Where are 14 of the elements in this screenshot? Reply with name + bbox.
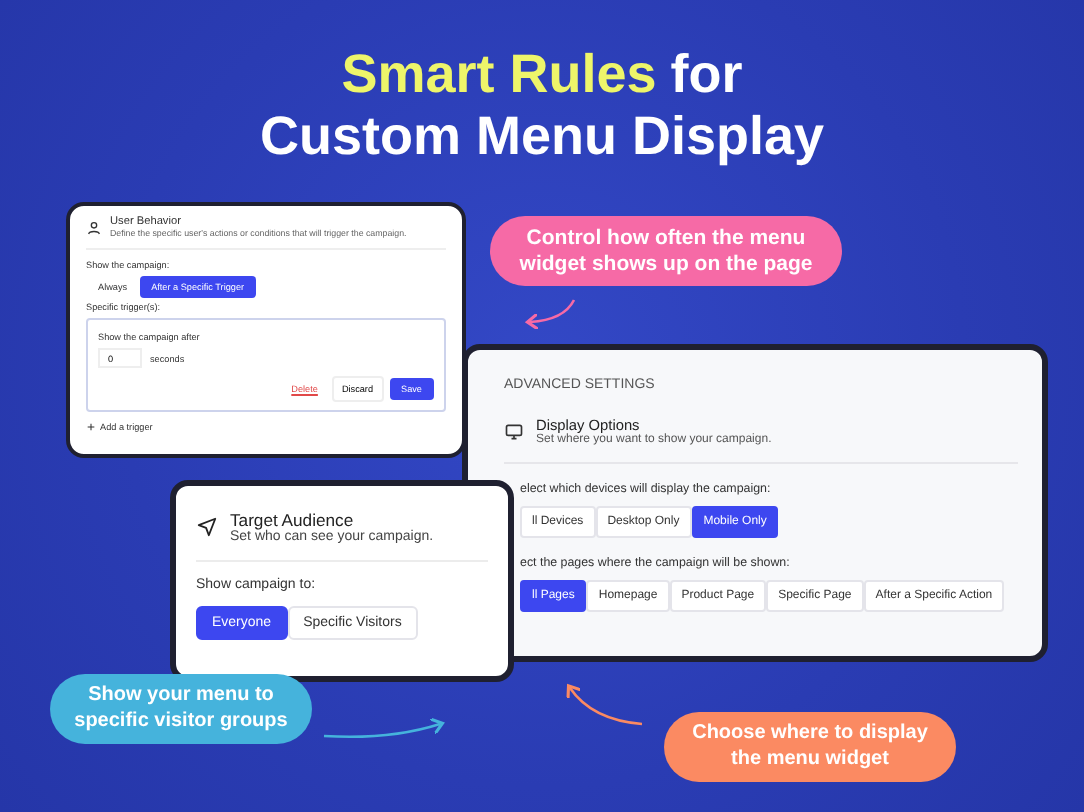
callout-bubble: Choose where to display the menu widget	[664, 712, 956, 782]
curved-arrow	[566, 684, 643, 726]
monitor-icon	[504, 421, 524, 441]
send-icon	[196, 516, 218, 538]
callout-bubble: Show your menu to specific visitor groups	[50, 674, 312, 744]
curved-arrow	[525, 299, 576, 331]
headline-text: for	[670, 44, 743, 106]
headline-text: Custom Menu Display	[259, 106, 825, 168]
curved-arrow	[323, 717, 445, 739]
headline-text: Smart Rules	[341, 44, 657, 106]
plus-icon	[86, 422, 96, 432]
callout-bubble: Control how often the menu widget shows up on the page	[490, 216, 842, 286]
user-icon	[86, 219, 102, 235]
card-title: Target Audience	[230, 510, 356, 530]
